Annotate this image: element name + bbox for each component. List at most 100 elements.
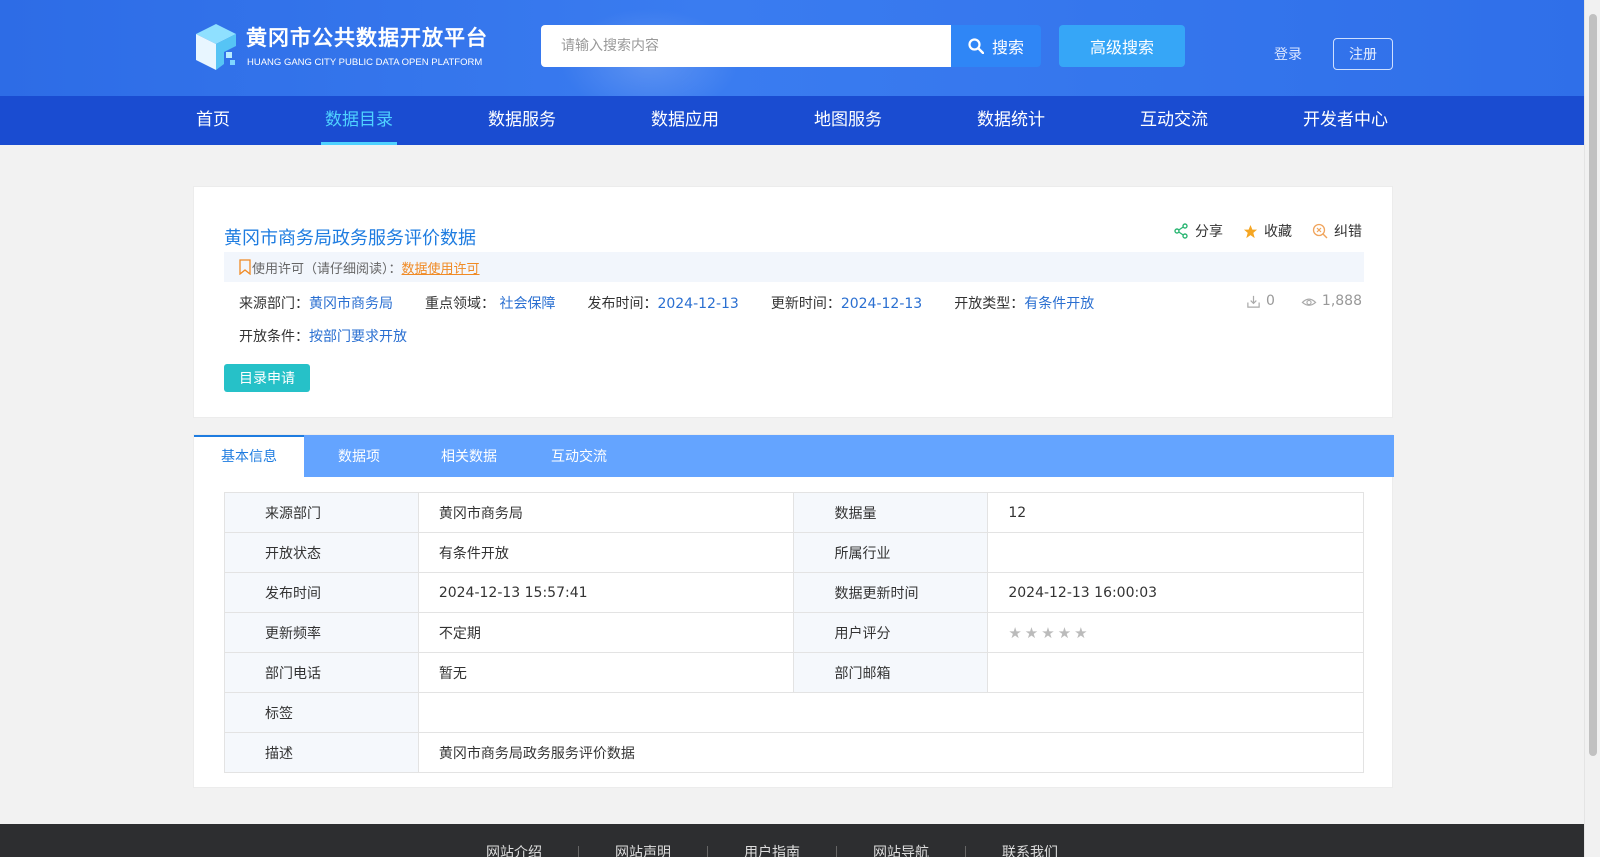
nav-item-interaction[interactable]: 互动交流 <box>1140 96 1208 145</box>
view-count: 1,888 <box>1301 293 1362 309</box>
table-row: 标签 <box>224 692 1365 733</box>
open-condition: 开放条件：按部门要求开放 <box>239 326 407 346</box>
footer-link-about[interactable]: 网站介绍 <box>470 846 579 857</box>
search-input[interactable]: 请输入搜索内容 <box>541 25 951 67</box>
updated-label: 更新时间： <box>770 296 841 312</box>
catalog-apply-button[interactable]: 目录申请 <box>224 364 310 392</box>
dataset-summary-card: 黄冈市商务局政务服务评价数据 分享 收藏 纠错 使用许可（请仔细阅读）： 数据使… <box>193 186 1393 418</box>
search-button-label: 搜索 <box>991 38 1024 57</box>
license-link[interactable]: 数据使用许可 <box>402 258 480 277</box>
favorite-label: 收藏 <box>1264 224 1292 240</box>
license-bar: 使用许可（请仔细阅读）： 数据使用许可 <box>224 252 1364 282</box>
tab-related-data[interactable]: 相关数据 <box>414 435 524 477</box>
table-label: 标签 <box>224 692 419 733</box>
table-value: 黄冈市商务局 <box>417 492 795 533</box>
open-condition-value: 按部门要求开放 <box>309 329 407 345</box>
search-button[interactable]: 搜索 <box>951 25 1041 67</box>
dataset-stats: 0 1,888 <box>1246 293 1362 309</box>
favorite-button[interactable]: 收藏 <box>1243 221 1292 241</box>
table-label: 所属行业 <box>793 532 989 573</box>
table-row: 部门电话 暂无 部门邮箱 <box>224 652 1364 693</box>
rating-cell: ★ ★ ★ ★ ★ <box>987 612 1364 653</box>
table-row: 开放状态 有条件开放 所属行业 <box>224 532 1364 573</box>
source-dept-value[interactable]: 黄冈市商务局 <box>309 296 393 312</box>
dataset-title: 黄冈市商务局政务服务评价数据 <box>224 228 476 249</box>
eye-icon <box>1301 298 1317 306</box>
report-error-button[interactable]: 纠错 <box>1312 221 1362 241</box>
footer-link-statement[interactable]: 网站声明 <box>579 846 708 857</box>
dataset-meta: 来源部门：黄冈市商务局 重点领域： 社会保障 发布时间：2024-12-13 更… <box>239 293 1126 313</box>
table-value: 12 <box>987 492 1364 533</box>
footer-link-sitemap[interactable]: 网站导航 <box>837 846 966 857</box>
advanced-search-button[interactable]: 高级搜索 <box>1059 25 1185 67</box>
table-value: 黄冈市商务局政务服务评价数据 <box>417 732 1365 773</box>
table-value: 2024-12-13 16:00:03 <box>987 572 1364 613</box>
updated-value: 2024-12-13 <box>840 296 923 312</box>
nav-item-data-stats[interactable]: 数据统计 <box>977 96 1045 145</box>
license-label: 使用许可（请仔细阅读）： <box>252 261 402 277</box>
error-report-icon <box>1312 223 1328 239</box>
table-label: 数据更新时间 <box>793 572 989 613</box>
nav-item-home[interactable]: 首页 <box>196 96 230 145</box>
table-row: 描述 黄冈市商务局政务服务评价数据 <box>224 732 1365 773</box>
star-icon[interactable]: ★ <box>1058 624 1071 642</box>
page-scrollbar[interactable] <box>1584 0 1600 857</box>
table-label: 开放状态 <box>224 532 419 573</box>
tab-interaction[interactable]: 互动交流 <box>524 435 634 477</box>
download-icon <box>1247 295 1260 308</box>
star-icon[interactable]: ★ <box>1074 624 1087 642</box>
bookmark-icon <box>239 259 251 275</box>
table-value: 不定期 <box>417 612 795 653</box>
star-icon[interactable]: ★ <box>1008 624 1021 642</box>
table-value: 2024-12-13 15:57:41 <box>417 572 795 613</box>
star-icon[interactable]: ★ <box>1041 624 1054 642</box>
published-value: 2024-12-13 <box>657 296 739 312</box>
site-header: 黄冈市公共数据开放平台 HUANG GANG CITY PUBLIC DATA … <box>0 0 1584 96</box>
dataset-detail-panel: 基本信息 数据项 相关数据 互动交流 来源部门 黄冈市商务局 数据量 12 开放… <box>193 434 1394 788</box>
share-button[interactable]: 分享 <box>1173 221 1223 241</box>
detail-tabs: 基本信息 数据项 相关数据 互动交流 <box>194 435 1394 477</box>
table-row: 来源部门 黄冈市商务局 数据量 12 <box>224 492 1364 533</box>
site-subtitle: HUANG GANG CITY PUBLIC DATA OPEN PLATFOR… <box>247 57 483 68</box>
download-count-value: 0 <box>1265 293 1275 309</box>
domain-value[interactable]: 社会保障 <box>499 296 555 312</box>
star-icon[interactable]: ★ <box>1025 624 1038 642</box>
search-icon <box>968 38 984 54</box>
nav-item-data-catalog[interactable]: 数据目录 <box>321 96 397 145</box>
table-value <box>417 692 1365 733</box>
scrollbar-thumb[interactable] <box>1589 14 1597 756</box>
open-condition-label: 开放条件： <box>239 329 309 345</box>
table-label: 部门电话 <box>224 652 419 693</box>
open-type-value: 有条件开放 <box>1024 296 1095 312</box>
register-button[interactable]: 注册 <box>1333 38 1393 70</box>
dataset-actions: 分享 收藏 纠错 <box>1173 221 1362 241</box>
nav-item-data-apps[interactable]: 数据应用 <box>651 96 719 145</box>
footer-link-guide[interactable]: 用户指南 <box>708 846 837 857</box>
platform-logo-icon[interactable] <box>192 22 240 72</box>
table-label: 更新频率 <box>224 612 419 653</box>
table-value <box>987 652 1364 693</box>
table-value: 有条件开放 <box>417 532 795 573</box>
footer-links: 网站介绍 网站声明 用户指南 网站导航 联系我们 <box>470 846 1094 857</box>
tab-basic-info[interactable]: 基本信息 <box>194 435 304 477</box>
table-label: 描述 <box>224 732 419 773</box>
open-type-label: 开放类型： <box>954 296 1025 312</box>
login-link[interactable]: 登录 <box>1274 44 1302 64</box>
footer-link-contact[interactable]: 联系我们 <box>966 846 1094 857</box>
table-label: 数据量 <box>793 492 989 533</box>
tab-data-items[interactable]: 数据项 <box>304 435 414 477</box>
share-icon <box>1174 223 1188 239</box>
nav-item-data-services[interactable]: 数据服务 <box>488 96 556 145</box>
download-count: 0 <box>1246 293 1275 309</box>
main-nav: 首页 数据目录 数据服务 数据应用 地图服务 数据统计 互动交流 开发者中心 <box>0 96 1584 145</box>
star-icon <box>1243 224 1258 238</box>
share-label: 分享 <box>1195 224 1223 240</box>
table-label: 来源部门 <box>224 492 419 533</box>
site-title: 黄冈市公共数据开放平台 <box>246 26 488 50</box>
nav-item-map-services[interactable]: 地图服务 <box>814 96 882 145</box>
table-row: 发布时间 2024-12-13 15:57:41 数据更新时间 2024-12-… <box>224 572 1364 613</box>
table-value: 暂无 <box>417 652 795 693</box>
domain-label: 重点领域： <box>425 296 495 312</box>
nav-item-developer[interactable]: 开发者中心 <box>1303 96 1388 145</box>
rating-stars[interactable]: ★ ★ ★ ★ ★ <box>1008 624 1363 642</box>
